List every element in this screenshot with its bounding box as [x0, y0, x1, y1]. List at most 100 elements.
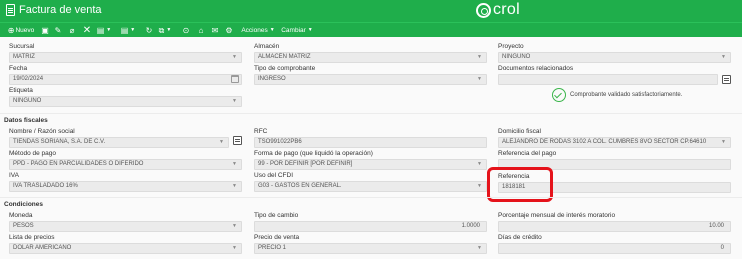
lista-precios-select[interactable]: DOLAR AMERICANO ▼ [9, 243, 242, 254]
lista-precios-value: DOLAR AMERICANO [13, 245, 72, 251]
check-circle-icon [552, 88, 566, 102]
change-dropdown[interactable]: Cambiar ▼ [280, 25, 314, 36]
uso-cfdi-value: G03 - GASTOS EN GENERAL. [258, 183, 342, 189]
chevron-down-icon: ▼ [232, 245, 237, 251]
chevron-down-icon: ▼ [219, 139, 224, 145]
document-icon [6, 4, 15, 16]
chevron-down-icon: ▼ [477, 54, 482, 60]
attach-icon[interactable]: ⌀ [67, 25, 77, 36]
uso-cfdi-select[interactable]: G03 - GASTOS EN GENERAL. ▼ [254, 181, 487, 192]
new-icon: ⊕ [7, 26, 15, 35]
fecha-value: 19/02/2024 [13, 76, 44, 82]
iva-select[interactable]: IVA TRASLADADO 16% ▼ [9, 181, 242, 192]
metodo-pago-select[interactable]: PPD - PAGO EN PARCIALIDADES O DIFERIDO ▼ [9, 159, 242, 170]
settings-icon[interactable]: ⚙ [224, 25, 234, 36]
precio-venta-value: PRECIO 1 [258, 245, 287, 251]
forma-pago-select[interactable]: 99 - POR DEFINIR [POR DEFINIR] ▼ [254, 159, 487, 170]
moneda-select[interactable]: PESOS ▼ [9, 221, 242, 232]
chevron-down-icon: ▼ [232, 98, 237, 104]
dias-credito-input[interactable]: 0 [498, 243, 731, 254]
change-chevron-down-icon: ▼ [307, 27, 313, 33]
chevron-down-icon: ▼ [232, 161, 237, 167]
new-button-label: Nuevo [15, 27, 35, 34]
uso-cfdi-label: Uso del CFDI [254, 172, 294, 179]
almacen-select[interactable]: ALMACÉN MATRIZ ▼ [254, 52, 487, 63]
tipo-comprobante-value: INGRESO [258, 76, 286, 82]
iva-value: IVA TRASLADADO 16% [13, 183, 78, 189]
nombre-label: Nombre / Razón social [9, 128, 75, 135]
domicilio-label: Domicilio fiscal [498, 128, 541, 135]
chevron-down-icon: ▼ [477, 245, 482, 251]
documentos-field[interactable] [498, 74, 718, 85]
rfc-label: RFC [254, 128, 268, 135]
title-bar: Factura de venta crol [0, 0, 742, 22]
email-icon[interactable]: ✉ [210, 25, 220, 36]
rfc-value: TSO991022PB6 [258, 139, 302, 145]
documentos-label: Documentos relacionados [498, 65, 574, 72]
divider [0, 197, 742, 198]
nombre-select[interactable]: TIENDAS SORIANA, S.A. DE C.V. ▼ [9, 137, 229, 148]
calendar-icon[interactable] [231, 75, 239, 83]
almacen-label: Almacén [254, 43, 280, 50]
section-title-conditions: Condiciones [4, 201, 44, 208]
domicilio-select[interactable]: ALEJANDRO DE RODAS 3102 A COL. CUMBRES 8… [498, 137, 731, 148]
chevron-down-icon: ▼ [232, 54, 237, 60]
fecha-input[interactable]: 19/02/2024 [9, 74, 242, 85]
proyecto-value: NINGUNO [502, 54, 531, 60]
proyecto-label: Proyecto [498, 43, 524, 50]
change-label: Cambiar [281, 27, 306, 34]
validation-message: Comprobante validado satisfactoriamente. [570, 92, 683, 98]
moneda-value: PESOS [13, 223, 34, 229]
sucursal-value: MATRIZ [13, 54, 35, 60]
crol-logo-text: crol [493, 1, 520, 18]
precio-venta-select[interactable]: PRECIO 1 ▼ [254, 243, 487, 254]
related-documents-icon[interactable] [722, 75, 731, 84]
section-title-fiscal: Datos fiscales [4, 117, 48, 124]
tipo-cambio-label: Tipo de cambio [254, 212, 299, 219]
dias-credito-value: 0 [720, 245, 724, 251]
proyecto-select[interactable]: NINGUNO ▼ [498, 52, 731, 63]
interes-value: 10.00 [708, 223, 724, 229]
dias-credito-label: Días de crédito [498, 234, 542, 241]
edit-icon[interactable]: ✎ [53, 25, 63, 36]
interes-input[interactable]: 10.00 [498, 221, 731, 232]
etiqueta-select[interactable]: NINGUNO ▼ [9, 96, 242, 107]
tipo-comprobante-select[interactable]: INGRESO ▼ [254, 74, 487, 85]
stamp-icon[interactable]: ⌂ [196, 25, 206, 36]
tipo-comprobante-label: Tipo de comprobante [254, 65, 316, 72]
chevron-down-icon: ▼ [721, 54, 726, 60]
crol-logo-mark [476, 3, 491, 18]
window-title: Factura de venta [19, 4, 102, 16]
chevron-down-icon: ▼ [477, 161, 482, 167]
customer-card-icon[interactable] [233, 136, 242, 145]
fecha-label: Fecha [9, 65, 28, 72]
forma-pago-value: 99 - POR DEFINIR [POR DEFINIR] [258, 161, 353, 167]
tipo-cambio-input[interactable]: 1.0000 [254, 221, 487, 232]
almacen-value: ALMACÉN MATRIZ [258, 54, 311, 60]
refresh-icon[interactable]: ↻ [144, 25, 154, 36]
iva-label: IVA [9, 172, 19, 179]
domicilio-value: ALEJANDRO DE RODAS 3102 A COL. CUMBRES 8… [502, 139, 707, 145]
new-button[interactable]: ⊕ Nuevo [4, 25, 38, 36]
etiqueta-value: NINGUNO [13, 98, 42, 104]
history-icon[interactable]: ⊙ [181, 25, 191, 36]
metodo-pago-label: Método de pago [9, 150, 56, 157]
divider [0, 113, 742, 114]
precio-venta-label: Precio de venta [254, 234, 300, 241]
cancel-icon[interactable]: ✕ [82, 25, 92, 36]
referencia-pago-label: Referencia del pago [498, 150, 557, 157]
chevron-down-icon: ▼ [721, 139, 726, 145]
copy-icon[interactable]: ⧉ ▼ [157, 25, 173, 36]
moneda-label: Moneda [9, 212, 33, 219]
actions-dropdown[interactable]: Acciones ▼ [240, 25, 276, 36]
chevron-down-icon: ▼ [232, 183, 237, 189]
save-icon[interactable]: ▣ [40, 25, 50, 36]
sucursal-label: Sucursal [9, 43, 35, 50]
rfc-field[interactable]: TSO991022PB6 [254, 137, 487, 148]
print-options-icon[interactable]: ▤ ▼ [120, 25, 136, 36]
sucursal-select[interactable]: MATRIZ ▼ [9, 52, 242, 63]
print-icon[interactable]: ▤ ▼ [96, 25, 112, 36]
actions-label: Acciones [241, 27, 268, 34]
nombre-value: TIENDAS SORIANA, S.A. DE C.V. [13, 139, 106, 145]
etiqueta-label: Etiqueta [9, 87, 33, 94]
